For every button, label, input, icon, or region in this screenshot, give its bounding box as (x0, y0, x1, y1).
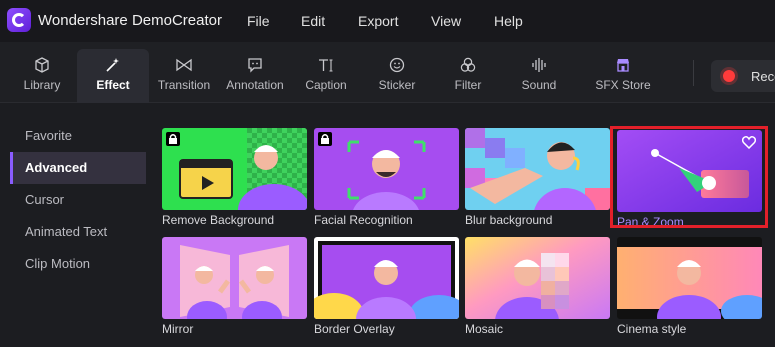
tab-label: Library (23, 78, 61, 92)
record-button[interactable]: Reco (711, 60, 775, 92)
sidebar-item-advanced[interactable]: Advanced (10, 152, 146, 184)
toolbar-divider (693, 60, 694, 86)
menu-bar: Wondershare DemoCreator File Edit Export… (0, 0, 775, 42)
tab-transition[interactable]: Transition (148, 49, 220, 103)
effect-thumbnail (314, 128, 459, 210)
tab-label: Sticker (378, 78, 416, 92)
lock-icon (166, 132, 180, 146)
menu-view[interactable]: View (431, 13, 461, 29)
menu-edit[interactable]: Edit (301, 13, 325, 29)
effect-thumbnail (465, 128, 610, 210)
effect-category-sidebar: Favorite Advanced Cursor Animated Text C… (0, 104, 150, 347)
speech-bubble-icon (248, 58, 262, 73)
effect-card-facial-recognition[interactable]: Facial Recognition (314, 128, 459, 227)
effect-name: Facial Recognition (314, 213, 413, 227)
effect-card-mosaic[interactable]: Mosaic (465, 237, 610, 336)
effect-thumbnail (617, 237, 762, 319)
app-logo-icon (7, 8, 31, 32)
toolbar: Library Effect Transition Annotation Cap… (0, 42, 775, 103)
effect-thumbnail (314, 237, 459, 319)
effect-name: Border Overlay (314, 322, 395, 336)
smiley-icon (389, 57, 405, 73)
highlight-box (610, 126, 768, 228)
effect-thumbnail (162, 237, 307, 319)
effect-name: Mosaic (465, 322, 504, 336)
tab-annotation[interactable]: Annotation (219, 49, 291, 103)
tab-library[interactable]: Library (6, 49, 78, 103)
cube-icon (35, 57, 49, 73)
tab-sfx-store[interactable]: SFX Store (587, 49, 659, 103)
effect-name: Remove Background (162, 213, 275, 227)
text-icon (319, 59, 333, 72)
sidebar-item-cursor[interactable]: Cursor (10, 184, 146, 216)
tab-label: SFX Store (595, 78, 651, 92)
waveform-icon (532, 58, 546, 72)
menu-help[interactable]: Help (494, 13, 523, 29)
app-title: Wondershare DemoCreator (38, 12, 222, 29)
store-icon (617, 59, 629, 72)
effect-name: Mirror (162, 322, 194, 336)
lock-icon (318, 132, 332, 146)
effect-name: Blur background (465, 213, 553, 227)
magic-wand-icon (106, 58, 119, 72)
effect-thumbnail (465, 237, 610, 319)
tab-label: Transition (157, 78, 211, 92)
tab-label: Filter (454, 78, 482, 92)
effect-name: Cinema style (617, 322, 687, 336)
tab-sticker[interactable]: Sticker (361, 49, 433, 103)
menu-export[interactable]: Export (358, 13, 398, 29)
tab-label: Annotation (226, 78, 284, 92)
record-label: Reco (751, 69, 775, 84)
tab-label: Caption (305, 78, 347, 92)
sidebar-item-favorite[interactable]: Favorite (10, 120, 146, 152)
effect-card-border-overlay[interactable]: Border Overlay (314, 237, 459, 336)
sidebar-item-clip-motion[interactable]: Clip Motion (10, 248, 146, 280)
sidebar-item-animated-text[interactable]: Animated Text (10, 216, 146, 248)
tab-label: Effect (96, 78, 130, 92)
effect-card-blur-background[interactable]: Blur background (465, 128, 610, 227)
tab-label: Sound (521, 78, 557, 92)
menu-file[interactable]: File (247, 13, 270, 29)
effect-card-mirror[interactable]: Mirror (162, 237, 307, 336)
circles-icon (460, 57, 476, 72)
tab-effect[interactable]: Effect (77, 49, 149, 103)
tab-caption[interactable]: Caption (290, 49, 362, 103)
record-dot-icon (723, 70, 735, 82)
effect-card-cinema-style[interactable]: Cinema style (617, 237, 762, 336)
bowtie-icon (176, 58, 192, 72)
tab-sound[interactable]: Sound (503, 49, 575, 103)
effect-thumbnail (162, 128, 307, 210)
effect-card-remove-background[interactable]: Remove Background (162, 128, 307, 227)
tab-filter[interactable]: Filter (432, 49, 504, 103)
